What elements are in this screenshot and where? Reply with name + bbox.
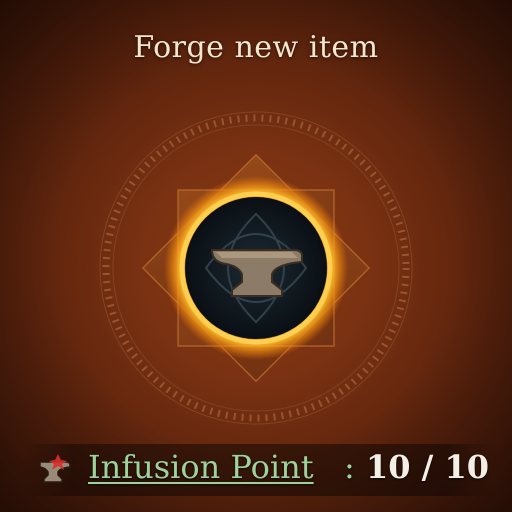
infusion-point-label[interactable]: Infusion Point [88,448,314,486]
infusion-point-value: 10 / 10 [366,448,490,486]
forge-new-item-button[interactable] [182,194,330,342]
infusion-separator: : [344,448,355,486]
anvil-sparkle-icon [39,454,71,483]
